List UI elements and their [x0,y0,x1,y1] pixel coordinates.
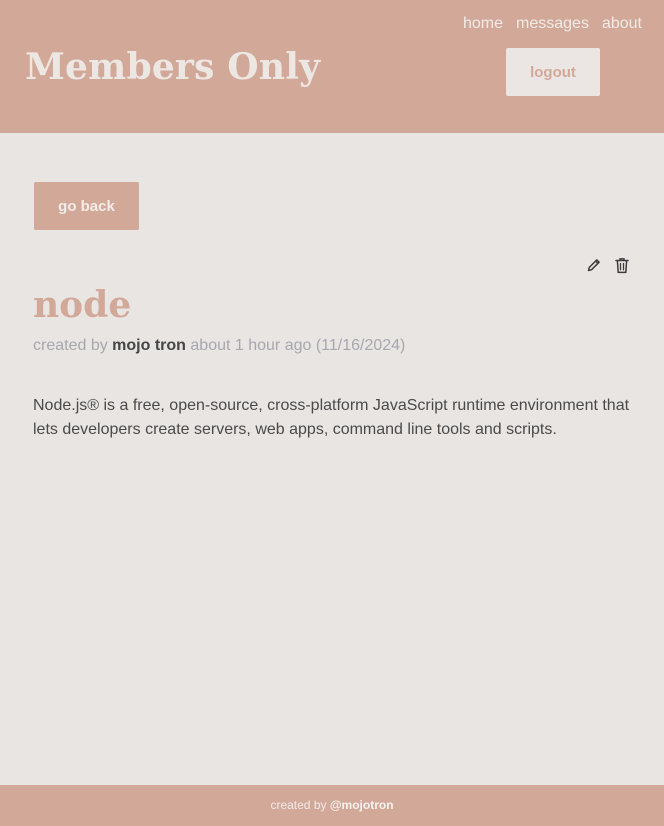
go-back-button[interactable]: go back [34,182,139,230]
meta-prefix: created by [33,337,108,354]
trash-icon[interactable] [613,255,631,275]
site-title: Members Only [25,46,321,88]
post-author: mojo tron [112,337,186,354]
footer-prefix: created by [270,798,327,812]
logout-button[interactable]: logout [506,48,600,96]
footer-author-link[interactable]: @mojotron [330,798,394,812]
site-header: Members Only home messages about logout [0,0,664,133]
post-body: Node.js® is a free, open-source, cross-p… [33,397,630,438]
pencil-icon[interactable] [585,255,603,275]
nav-messages-link[interactable]: messages [516,13,589,35]
nav-home-link[interactable]: home [463,13,503,35]
main-nav: home messages about [463,13,642,35]
post-title: node [33,284,132,326]
post-timestamp: about 1 hour ago (11/16/2024) [190,337,406,354]
post-actions [585,255,631,275]
site-footer: created by @mojotron [0,785,664,826]
post-meta: created by mojo tron about 1 hour ago (1… [33,335,405,357]
nav-about-link[interactable]: about [602,13,642,35]
